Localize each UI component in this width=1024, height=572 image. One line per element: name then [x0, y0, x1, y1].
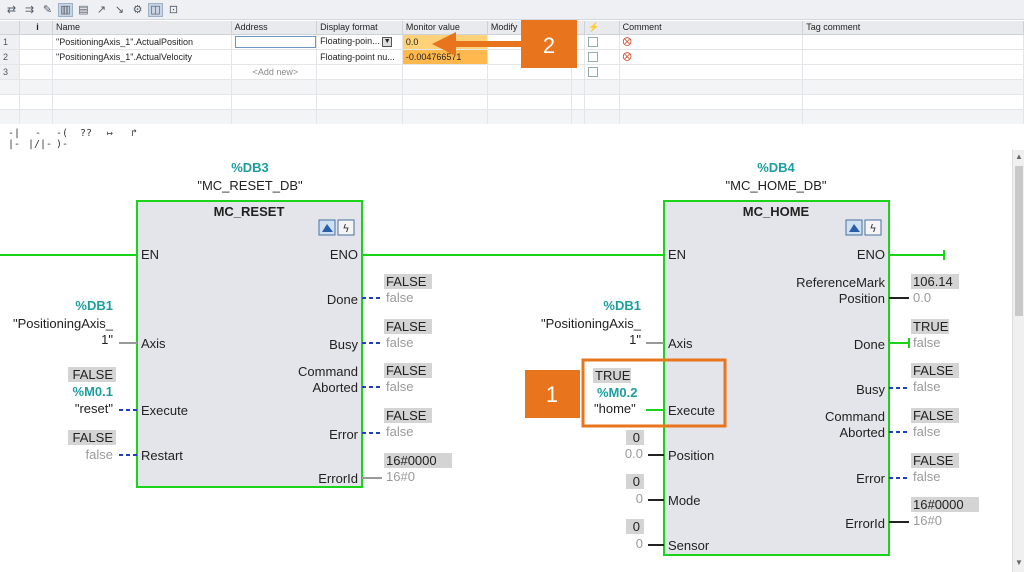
reset-axis-pin: Axis	[141, 336, 166, 351]
home-busy-value: false	[913, 379, 940, 394]
mc-reset-title: MC_RESET	[214, 204, 285, 219]
home-error-value: false	[913, 469, 940, 484]
scroll-up-icon[interactable]: ▲	[1015, 152, 1023, 161]
empty-row	[0, 79, 1024, 95]
reset-done-state: FALSE	[386, 274, 427, 289]
home-execute-pin: Execute	[668, 403, 715, 418]
normally-open-contact-icon[interactable]: -| |-	[4, 128, 24, 150]
reset-done-value: false	[386, 290, 413, 305]
empty-row	[0, 109, 1024, 125]
reset-error-pin: Error	[329, 427, 359, 442]
reset-error-value: false	[386, 424, 413, 439]
reset-busy-pin: Busy	[329, 337, 358, 352]
reset-axis-db: %DB1	[75, 298, 113, 313]
home-db-name: "MC_HOME_DB"	[726, 178, 827, 193]
svg-text:ϟ: ϟ	[342, 222, 349, 235]
mc-home-title: MC_HOME	[743, 204, 810, 219]
empty-row	[0, 94, 1024, 110]
reset-cmd-value: false	[386, 379, 413, 394]
ladder-diagram: %DB3 "MC_RESET_DB" MC_RESET ϟ EN ENO %DB…	[0, 160, 979, 556]
reset-execute-tag: "reset"	[75, 401, 114, 416]
home-mode-value: 0	[636, 491, 643, 506]
reset-axis-name-2: 1"	[101, 332, 113, 347]
reset-eno-pin: ENO	[330, 247, 358, 262]
home-errorid-state: 16#0000	[913, 497, 964, 512]
home-axis-db: %DB1	[603, 298, 641, 313]
callout-2-arrow-head	[432, 32, 456, 56]
home-done-value: false	[913, 335, 940, 350]
home-position-pin: Position	[668, 448, 714, 463]
home-mode-state: 0	[633, 474, 640, 489]
home-done-state: TRUE	[913, 319, 949, 334]
home-refmark-pin-2: Position	[839, 291, 885, 306]
home-cmd-state: FALSE	[913, 408, 954, 423]
reset-busy-value: false	[386, 335, 413, 350]
coil-icon[interactable]: -( )-	[52, 128, 72, 150]
reset-error-state: FALSE	[386, 408, 427, 423]
reset-busy-state: FALSE	[386, 319, 427, 334]
home-en-pin: EN	[668, 247, 686, 262]
home-execute-state: TRUE	[595, 368, 631, 383]
home-sensor-value: 0	[636, 536, 643, 551]
empty-box-icon[interactable]: ??	[76, 128, 96, 142]
reset-db-name: "MC_RESET_DB"	[197, 178, 303, 193]
home-execute-tag: "home"	[594, 401, 636, 416]
reset-restart-state: FALSE	[73, 430, 114, 445]
home-sensor-state: 0	[633, 519, 640, 534]
reset-axis-name-1: "PositioningAxis_	[13, 316, 114, 331]
reset-execute-address: %M0.1	[73, 384, 113, 399]
home-done-pin: Done	[854, 337, 885, 352]
home-sensor-pin: Sensor	[668, 538, 710, 553]
home-refmark-state: 106.14	[913, 274, 953, 289]
scroll-down-icon[interactable]: ▼	[1015, 558, 1023, 567]
reset-restart-pin: Restart	[141, 448, 183, 463]
home-execute-address: %M0.2	[597, 385, 637, 400]
reset-cmd-pin-2: Aborted	[312, 380, 358, 395]
svg-text:ϟ: ϟ	[869, 222, 876, 235]
home-eno-pin: ENO	[857, 247, 885, 262]
home-cmd-pin-2: Aborted	[839, 425, 885, 440]
home-busy-pin: Busy	[856, 382, 885, 397]
close-branch-icon[interactable]: ↱	[124, 128, 144, 142]
home-error-pin: Error	[856, 471, 886, 486]
reset-restart-value: false	[86, 447, 113, 462]
scrollbar-thumb[interactable]	[1015, 166, 1023, 316]
reset-errorid-value: 16#0	[386, 469, 415, 484]
reset-cmd-pin-1: Command	[298, 364, 358, 379]
open-branch-icon[interactable]: ↦	[100, 128, 120, 142]
reset-errorid-pin: ErrorId	[318, 471, 358, 486]
home-errorid-pin: ErrorId	[845, 516, 885, 531]
home-axis-name-1: "PositioningAxis_	[541, 316, 642, 331]
callout-2-number: 2	[543, 33, 555, 58]
home-refmark-pin-1: ReferenceMark	[796, 275, 885, 290]
home-axis-name-2: 1"	[629, 332, 641, 347]
ladder-network: %DB3 "MC_RESET_DB" MC_RESET ϟ EN ENO %DB…	[0, 150, 1012, 572]
home-error-state: FALSE	[913, 453, 954, 468]
reset-cmd-state: FALSE	[386, 363, 427, 378]
reset-en-pin: EN	[141, 247, 159, 262]
home-errorid-value: 16#0	[913, 513, 942, 528]
reset-execute-pin: Execute	[141, 403, 188, 418]
reset-execute-state: FALSE	[73, 367, 114, 382]
home-db-address: %DB4	[757, 160, 795, 175]
reset-db-address: %DB3	[231, 160, 269, 175]
ladder-toolbar: -| |- -|/|- -( )- ?? ↦ ↱	[0, 124, 1024, 150]
home-position-value: 0.0	[625, 446, 643, 461]
vertical-scrollbar[interactable]: ▲ ▼	[1012, 150, 1024, 572]
home-busy-state: FALSE	[913, 363, 954, 378]
reset-errorid-state: 16#0000	[386, 453, 437, 468]
reset-done-pin: Done	[327, 292, 358, 307]
home-refmark-value: 0.0	[913, 290, 931, 305]
home-position-state: 0	[633, 430, 640, 445]
callout-1-number: 1	[546, 382, 558, 407]
home-cmd-pin-1: Command	[825, 409, 885, 424]
normally-closed-contact-icon[interactable]: -|/|-	[28, 128, 52, 150]
home-axis-pin: Axis	[668, 336, 693, 351]
callout-2-overlay: 2	[432, 20, 577, 68]
home-cmd-value: false	[913, 424, 940, 439]
home-mode-pin: Mode	[668, 493, 701, 508]
